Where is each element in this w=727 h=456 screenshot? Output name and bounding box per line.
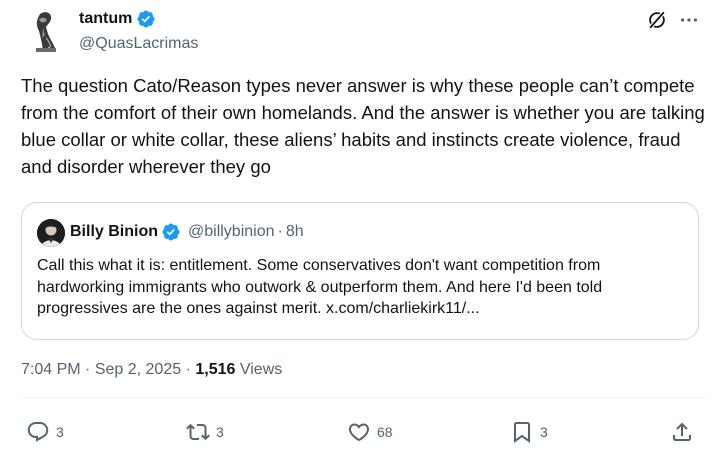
post-meta: 7:04 PM · Sep 2, 2025 · 1,516 Views [21, 361, 282, 379]
meta-separator: · [185, 361, 191, 378]
share-icon [670, 420, 694, 444]
post: tantum @QuasLacrimas The question Cato/R… [0, 0, 727, 456]
quoted-author-avatar[interactable] [37, 219, 65, 247]
post-date[interactable]: Sep 2, 2025 [95, 361, 181, 378]
views-count: 1,516 [195, 361, 236, 378]
author-name-row[interactable]: tantum [79, 9, 156, 29]
repost-icon [186, 420, 210, 444]
reply-count: 3 [56, 424, 64, 440]
bookmark-icon [510, 420, 534, 444]
verified-badge-icon[interactable] [136, 9, 156, 29]
bookmark-count: 3 [540, 424, 548, 440]
meta-separator: · [85, 361, 91, 378]
quoted-post[interactable]: Billy Binion @billybinion · 8h Call this… [21, 202, 699, 340]
author-avatar[interactable] [22, 8, 70, 56]
repost-count: 3 [216, 424, 224, 440]
post-time[interactable]: 7:04 PM [21, 361, 81, 378]
post-text: The question Cato/Reason types never ans… [21, 75, 705, 177]
like-icon [347, 420, 371, 444]
views-label: Views [239, 361, 283, 378]
like-button[interactable]: 68 [347, 420, 393, 444]
quoted-author-handle[interactable]: @billybinion [188, 223, 275, 241]
like-count: 68 [377, 424, 393, 440]
share-button[interactable] [670, 420, 694, 444]
more-icon[interactable] [678, 9, 700, 31]
quoted-text: Call this what it is: entitlement. Some … [37, 257, 603, 317]
grok-icon[interactable] [646, 9, 668, 31]
bookmark-button[interactable]: 3 [510, 420, 548, 444]
reply-icon [26, 420, 50, 444]
author-avatar-image [22, 8, 70, 56]
quoted-separator: · [277, 223, 283, 240]
quoted-time[interactable]: 8h [286, 223, 304, 241]
repost-button[interactable]: 3 [186, 420, 224, 444]
reply-button[interactable]: 3 [26, 420, 64, 444]
quoted-author-name[interactable]: Billy Binion [70, 223, 158, 241]
divider [21, 397, 706, 398]
author-name[interactable]: tantum [79, 10, 132, 28]
quoted-header: Billy Binion @billybinion · 8h [70, 222, 304, 242]
verified-badge-icon [161, 222, 181, 242]
author-handle[interactable]: @QuasLacrimas [79, 35, 198, 53]
